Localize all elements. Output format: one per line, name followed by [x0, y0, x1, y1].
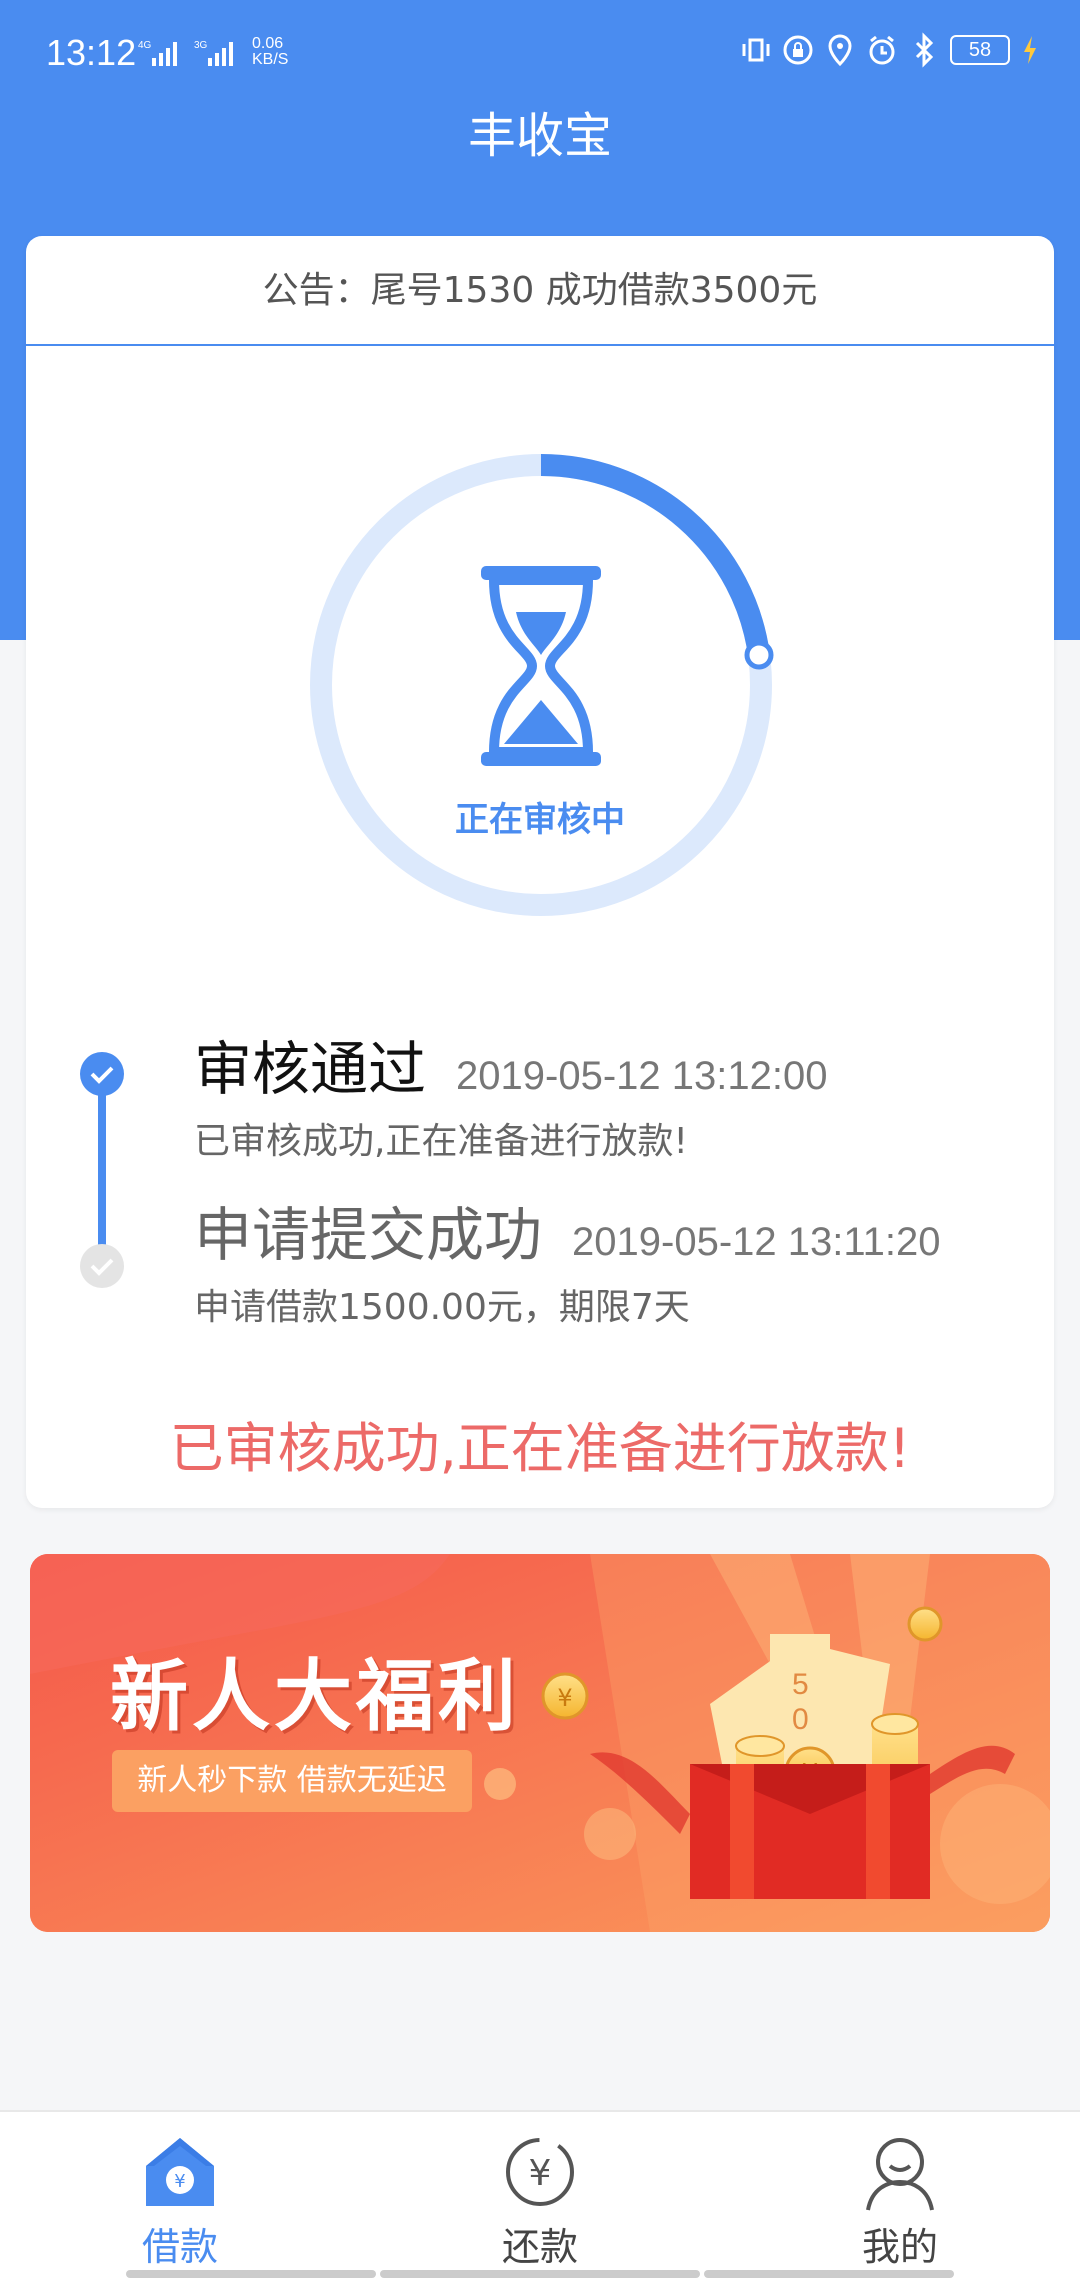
promo-banner[interactable]: ¥ 5 0 ¥ 新人大福利 新人秒下款 借款无延迟 [30, 1554, 1050, 1932]
charging-icon [1024, 36, 1036, 64]
network-speed: 0.06 KB/S [252, 36, 288, 68]
check-active-icon [80, 1052, 124, 1096]
timeline-title-row: 申请提交成功 2019-05-12 13:11:20 [194, 1188, 940, 1272]
vibrate-icon [742, 38, 770, 62]
timeline-time: 2019-05-12 13:11:20 [572, 1220, 941, 1264]
bluetooth-icon [915, 32, 934, 68]
tab-repay[interactable]: ¥ 还款 [390, 2112, 690, 2272]
check-done-icon [80, 1244, 124, 1288]
svg-text:4G: 4G [138, 40, 152, 51]
nav-indicator-left [126, 2270, 376, 2278]
svg-text:0: 0 [792, 1703, 809, 1736]
notice-banner[interactable]: 公告：尾号1530 成功借款3500元 [26, 236, 1054, 346]
status-icons: 58 [740, 32, 1040, 68]
bottom-tab-bar: ¥ 借款 ¥ 还款 我的 [0, 2110, 1080, 2280]
repay-yuan-icon: ¥ [506, 2138, 574, 2206]
review-progress-ring [306, 450, 776, 920]
tab-label: 借款 [141, 2225, 218, 2269]
timeline-time: 2019-05-12 13:12:00 [456, 1054, 828, 1098]
hourglass-icon [481, 566, 601, 766]
svg-text:5: 5 [792, 1668, 809, 1701]
user-icon [866, 2138, 934, 2211]
progress-ring-svg [310, 454, 774, 916]
svg-text:3G: 3G [194, 40, 208, 51]
timeline-title-row: 审核通过 2019-05-12 13:12:00 [194, 1022, 827, 1106]
review-status-label: 正在审核中 [455, 800, 625, 840]
home-yuan-icon: ¥ [146, 2138, 214, 2206]
battery-icon: 58 [950, 35, 1010, 65]
tab-label: 我的 [861, 2225, 938, 2269]
signal-icon: 4G 3G [138, 40, 233, 66]
svg-text:¥: ¥ [529, 2153, 552, 2194]
review-card: 公告：尾号1530 成功借款3500元 正在审核中 审核通过 2019-05-1… [26, 236, 1054, 1508]
status-bar: 13:12 4G 3G 0.06 KB/S 58 [0, 0, 1080, 110]
nav-indicator-center [380, 2270, 700, 2278]
timeline-item-submitted: 申请提交成功 2019-05-12 13:11:20 申请借款1500.00元，… [194, 1188, 940, 1330]
svg-text:¥: ¥ [557, 1684, 572, 1712]
status-message: 已审核成功,正在准备进行放款! [169, 1417, 911, 1480]
timeline-item-approved: 审核通过 2019-05-12 13:12:00 已审核成功,正在准备进行放款! [194, 1022, 827, 1164]
timeline-title: 申请提交成功 [194, 1201, 543, 1269]
tab-label: 还款 [501, 2225, 578, 2269]
speed-value: 0.06 [252, 35, 284, 52]
banner-title: 新人大福利 [110, 1652, 521, 1742]
speed-unit: KB/S [252, 51, 289, 68]
nav-indicator-right [704, 2270, 954, 2278]
page-title: 丰收宝 [467, 108, 612, 164]
location-icon [828, 34, 852, 67]
timeline-title: 审核通过 [194, 1035, 427, 1103]
timeline-connector [98, 1084, 106, 1262]
tab-mine[interactable]: 我的 [750, 2112, 1050, 2272]
timeline-desc: 已审核成功,正在准备进行放款! [194, 1121, 688, 1162]
alarm-icon [869, 35, 895, 65]
status-time: 13:12 [46, 32, 137, 73]
banner-tag: 新人秒下款 借款无延迟 [112, 1750, 472, 1812]
tab-borrow[interactable]: ¥ 借款 [30, 2112, 330, 2272]
lock-rotation-icon [783, 35, 813, 65]
timeline-desc: 申请借款1500.00元，期限7天 [194, 1287, 690, 1328]
svg-text:¥: ¥ [174, 2171, 185, 2192]
